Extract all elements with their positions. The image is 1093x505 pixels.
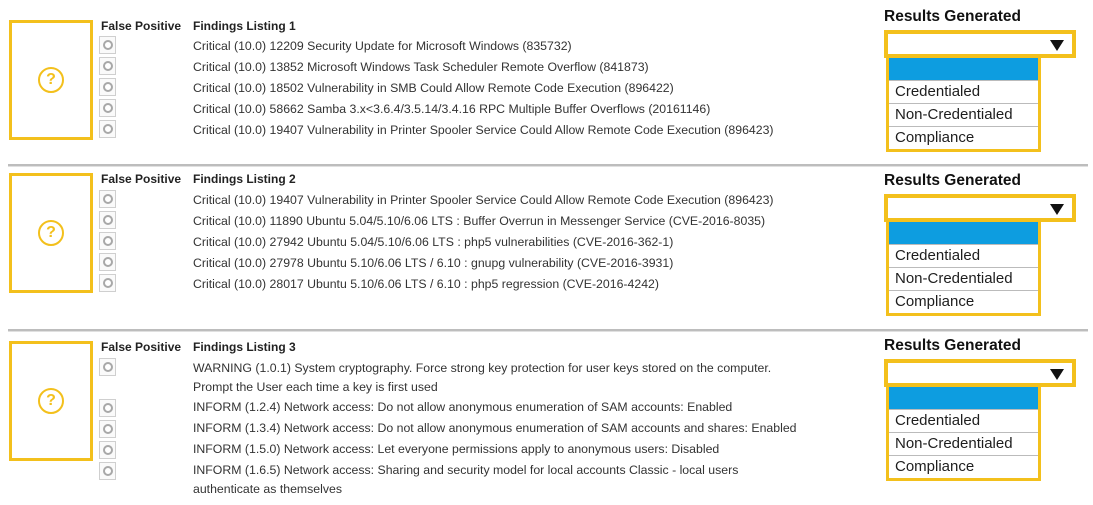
answer-drop-target[interactable]: ? <box>9 341 93 461</box>
false-positive-radio[interactable] <box>99 358 116 376</box>
finding-row: Critical (10.0) 11890 Ubuntu 5.04/5.10/6… <box>193 214 766 228</box>
false-positive-header: False Positive <box>101 19 182 33</box>
finding-row: Critical (10.0) 19407 Vulnerability in P… <box>193 193 774 207</box>
dropdown-option-credentialed[interactable]: Credentialed <box>889 409 1038 432</box>
finding-row: WARNING (1.0.1) System cryptography. For… <box>193 361 772 375</box>
finding-row: Critical (10.0) 58662 Samba 3.x<3.6.4/3.… <box>193 102 711 116</box>
false-positive-radio[interactable] <box>99 99 116 117</box>
question-icon: ? <box>38 220 64 246</box>
findings-listing-title: Findings Listing 3 <box>193 340 296 354</box>
dropdown-option-non-credentialed[interactable]: Non-Credentialed <box>889 267 1038 290</box>
chevron-down-icon[interactable] <box>1050 369 1064 380</box>
finding-row-continued: authenticate as themselves <box>193 482 343 496</box>
false-positive-radio[interactable] <box>99 274 116 292</box>
finding-row: Critical (10.0) 28017 Ubuntu 5.10/6.06 L… <box>193 277 659 291</box>
findings-section-3: ? False Positive Findings Listing 3 WARN… <box>0 331 1093 505</box>
false-positive-header: False Positive <box>101 340 182 354</box>
dropdown-options-list: Credentialed Non-Credentialed Compliance <box>886 222 1041 316</box>
finding-row: Critical (10.0) 27942 Ubuntu 5.04/5.10/6… <box>193 235 674 249</box>
false-positive-radio[interactable] <box>99 78 116 96</box>
false-positive-radio[interactable] <box>99 211 116 229</box>
results-generated-label: Results Generated <box>884 8 1021 25</box>
finding-row: INFORM (1.2.4) Network access: Do not al… <box>193 400 733 414</box>
dropdown-option-compliance[interactable]: Compliance <box>889 290 1038 313</box>
dropdown-option-credentialed[interactable]: Credentialed <box>889 244 1038 267</box>
findings-listing-title: Findings Listing 2 <box>193 172 296 186</box>
radio-circle-icon <box>103 445 113 455</box>
dropdown-options-list: Credentialed Non-Credentialed Compliance <box>886 387 1041 481</box>
false-positive-radio[interactable] <box>99 420 116 438</box>
false-positive-header: False Positive <box>101 172 182 186</box>
finding-row: INFORM (1.3.4) Network access: Do not al… <box>193 421 797 435</box>
radio-circle-icon <box>103 424 113 434</box>
dropdown-option-blank-selected[interactable] <box>889 387 1038 409</box>
dropdown-option-credentialed[interactable]: Credentialed <box>889 80 1038 103</box>
findings-listing-title: Findings Listing 1 <box>193 19 296 33</box>
false-positive-radio[interactable] <box>99 232 116 250</box>
radio-circle-icon <box>103 124 113 134</box>
results-generated-label: Results Generated <box>884 172 1021 189</box>
question-icon: ? <box>38 388 64 414</box>
results-generated-dropdown[interactable] <box>884 30 1076 58</box>
radio-circle-icon <box>103 215 113 225</box>
results-generated-dropdown[interactable] <box>884 359 1076 387</box>
radio-circle-icon <box>103 40 113 50</box>
radio-circle-icon <box>103 194 113 204</box>
dropdown-options-list: Credentialed Non-Credentialed Compliance <box>886 58 1041 152</box>
finding-row: INFORM (1.6.5) Network access: Sharing a… <box>193 463 739 477</box>
radio-circle-icon <box>103 82 113 92</box>
results-generated-dropdown[interactable] <box>884 194 1076 222</box>
dropdown-option-blank-selected[interactable] <box>889 58 1038 80</box>
dropdown-option-blank-selected[interactable] <box>889 222 1038 244</box>
false-positive-radio[interactable] <box>99 399 116 417</box>
finding-row-continued: Prompt the User each time a key is first… <box>193 380 438 394</box>
false-positive-radio[interactable] <box>99 462 116 480</box>
dropdown-option-non-credentialed[interactable]: Non-Credentialed <box>889 432 1038 455</box>
finding-row: Critical (10.0) 19407 Vulnerability in P… <box>193 123 774 137</box>
false-positive-radio[interactable] <box>99 441 116 459</box>
false-positive-radio[interactable] <box>99 36 116 54</box>
dropdown-option-compliance[interactable]: Compliance <box>889 126 1038 149</box>
radio-circle-icon <box>103 466 113 476</box>
finding-row: Critical (10.0) 27978 Ubuntu 5.10/6.06 L… <box>193 256 674 270</box>
finding-row: Critical (10.0) 13852 Microsoft Windows … <box>193 60 649 74</box>
dropdown-option-compliance[interactable]: Compliance <box>889 455 1038 478</box>
finding-row: INFORM (1.5.0) Network access: Let every… <box>193 442 720 456</box>
chevron-down-icon[interactable] <box>1050 40 1064 51</box>
false-positive-radio[interactable] <box>99 120 116 138</box>
radio-circle-icon <box>103 61 113 71</box>
radio-circle-icon <box>103 278 113 288</box>
finding-row: Critical (10.0) 18502 Vulnerability in S… <box>193 81 674 95</box>
false-positive-radio[interactable] <box>99 190 116 208</box>
radio-circle-icon <box>103 403 113 413</box>
radio-circle-icon <box>103 103 113 113</box>
answer-drop-target[interactable]: ? <box>9 20 93 140</box>
findings-section-2: ? False Positive Findings Listing 2 Crit… <box>0 166 1093 328</box>
findings-section-1: ? False Positive Findings Listing 1 Crit… <box>0 0 1093 165</box>
radio-circle-icon <box>103 362 113 372</box>
radio-circle-icon <box>103 236 113 246</box>
dropdown-option-non-credentialed[interactable]: Non-Credentialed <box>889 103 1038 126</box>
results-generated-label: Results Generated <box>884 337 1021 354</box>
false-positive-radio[interactable] <box>99 253 116 271</box>
question-icon: ? <box>38 67 64 93</box>
false-positive-radio[interactable] <box>99 57 116 75</box>
chevron-down-icon[interactable] <box>1050 204 1064 215</box>
answer-drop-target[interactable]: ? <box>9 173 93 293</box>
radio-circle-icon <box>103 257 113 267</box>
finding-row: Critical (10.0) 12209 Security Update fo… <box>193 39 572 53</box>
